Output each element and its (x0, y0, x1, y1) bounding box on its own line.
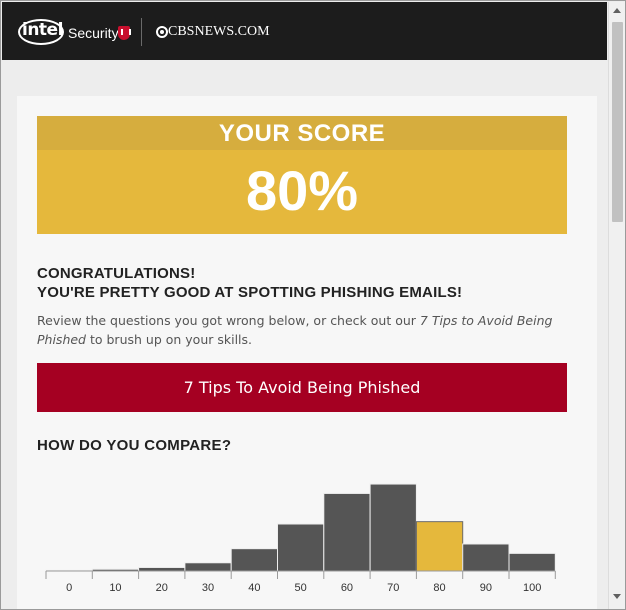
scroll-down-arrow-icon[interactable] (613, 594, 621, 599)
tick-label-90: 90 (480, 582, 492, 594)
bar-50 (277, 523, 325, 572)
bar-40 (230, 548, 278, 572)
bar-30 (184, 562, 232, 572)
tick-label-0: 0 (66, 582, 72, 594)
bar-80 (415, 521, 464, 572)
tick-label-40: 40 (248, 582, 260, 594)
scroll-up-arrow-icon[interactable] (613, 8, 621, 13)
bar-20 (138, 566, 186, 572)
vertical-scrollbar[interactable] (608, 2, 625, 609)
tick-label-100: 100 (523, 582, 541, 594)
app-window: intel Security CBSNEWS.COM YOUR SCORE 80… (0, 0, 626, 610)
bar-70 (369, 483, 417, 572)
bar-60 (323, 492, 371, 572)
scroll-thumb[interactable] (612, 22, 623, 222)
score-distribution-chart: 0 10 20 30 40 50 60 70 80 90 100 (45, 483, 556, 594)
bar-90 (462, 543, 510, 572)
tick-label-10: 10 (109, 582, 121, 594)
bar-100 (508, 552, 556, 572)
tick-label-20: 20 (156, 582, 168, 594)
tick-label-60: 60 (341, 582, 353, 594)
tick-label-30: 30 (202, 582, 214, 594)
tick-label-70: 70 (387, 582, 399, 594)
tick-label-80: 80 (433, 582, 445, 594)
tick-label-50: 50 (295, 582, 307, 594)
